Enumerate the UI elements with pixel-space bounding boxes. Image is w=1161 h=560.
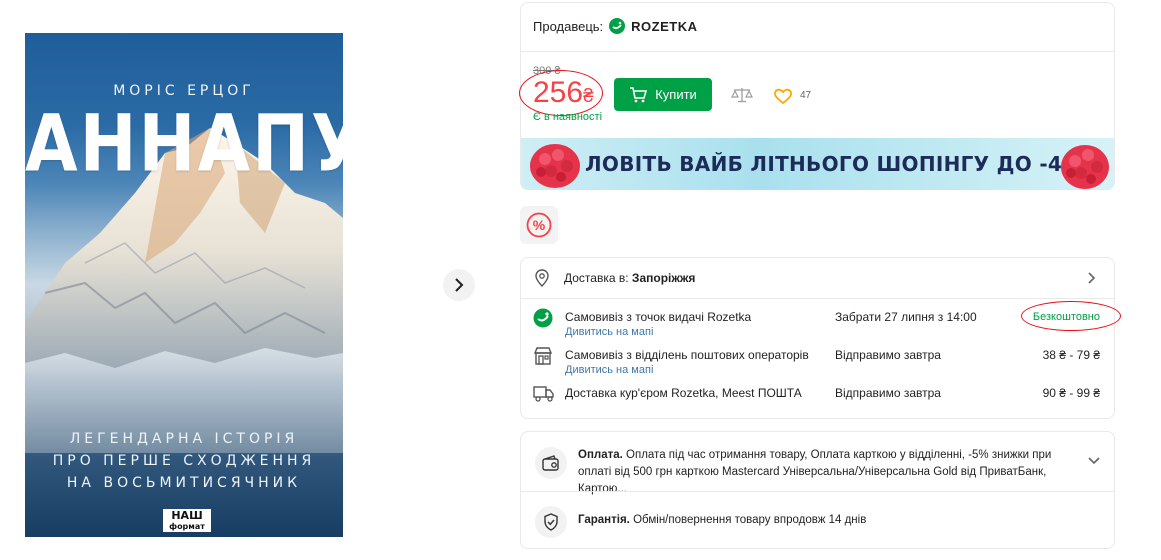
divider	[521, 51, 1114, 52]
delivery-option-time: Відправимо завтра	[835, 348, 941, 362]
truck-icon	[533, 386, 554, 402]
wallet-icon	[542, 455, 559, 471]
promo-discount-button[interactable]: %	[520, 206, 558, 244]
delivery-option-cost: 38 ₴ - 79 ₴	[1042, 348, 1100, 362]
cart-icon	[630, 86, 648, 102]
price-annotation-circle	[519, 70, 603, 116]
guarantee-description: Обмін/повернення товару впродовж 14 днів	[633, 514, 867, 526]
compare-scales-icon[interactable]	[731, 87, 753, 103]
delivery-option-name: Самовивіз з відділень поштових операторі…	[565, 348, 809, 362]
seller-name[interactable]: ROZETKA	[631, 19, 697, 34]
delivery-label: Доставка в:	[564, 271, 629, 285]
chevron-right-icon	[455, 278, 464, 292]
delivery-option-time: Відправимо завтра	[835, 386, 941, 400]
shield-icon-wrap	[535, 506, 567, 538]
rozetka-logo-icon	[609, 18, 626, 34]
seller-panel: Продавець: ROZETKA 300 ₴ 256₴ Є в наявно…	[519, 2, 1115, 190]
product-image[interactable]: МОРІС ЕРЦОГ АННАПУРНА ЛЕГЕНДАРНА ІСТОРІЯ…	[25, 33, 343, 537]
availability-status: Є в наявності	[533, 111, 603, 123]
book-title: АННАПУРНА	[25, 99, 343, 190]
location-pin-icon	[535, 269, 549, 287]
payment-description: Оплата під час отримання товару, Оплата …	[578, 449, 1052, 495]
shield-check-icon	[544, 513, 558, 531]
publisher-logo: НАШ формат	[163, 509, 211, 532]
delivery-panel: Доставка в: Запоріжжя Самовивіз з точок …	[520, 257, 1121, 419]
promo-banner-text: ЛОВІТЬ ВАЙБ ЛІТНЬОГО ШОПІНГУ ДО -45%	[585, 152, 1097, 176]
wishlist-count: 47	[800, 90, 812, 101]
delivery-option-name: Доставка кур'єром Rozetka, Meest ПОШТА	[565, 386, 802, 400]
subtitle-line: ПРО ПЕРШЕ СХОДЖЕННЯ	[52, 453, 316, 469]
book-subtitle: ЛЕГЕНДАРНА ІСТОРІЯ ПРО ПЕРШЕ СХОДЖЕННЯ Н…	[25, 428, 343, 494]
seller-info: Продавець: ROZETKA	[533, 18, 698, 34]
next-image-button[interactable]	[443, 269, 475, 301]
delivery-city-selector[interactable]: Доставка в: Запоріжжя	[521, 258, 1114, 298]
divider	[521, 491, 1114, 492]
heart-icon[interactable]	[773, 87, 793, 105]
raspberry-icon	[1061, 145, 1109, 189]
payment-label: Оплата.	[578, 449, 623, 461]
seller-label: Продавець:	[533, 18, 604, 34]
book-author: МОРІС ЕРЦОГ	[113, 83, 255, 99]
guarantee-label: Гарантія.	[578, 514, 630, 526]
buy-button-label: Купити	[655, 87, 697, 102]
payment-info-row[interactable]: Оплата. Оплата під час отримання товару,…	[521, 432, 1114, 495]
buy-button[interactable]: Купити	[614, 78, 712, 111]
chevron-down-icon	[1088, 457, 1100, 465]
guarantee-text: Гарантія. Обмін/повернення товару впродо…	[578, 514, 866, 526]
free-annotation-circle	[1021, 301, 1121, 331]
promo-banner[interactable]: ЛОВІТЬ ВАЙБ ЛІТНЬОГО ШОПІНГУ ДО -45%	[521, 138, 1114, 190]
chevron-right-icon	[1088, 272, 1096, 284]
subtitle-line: ЛЕГЕНДАРНА ІСТОРІЯ	[69, 431, 299, 447]
percent-badge-icon: %	[526, 212, 552, 238]
rozetka-logo-icon	[533, 308, 553, 328]
divider	[521, 298, 1114, 299]
view-on-map-link[interactable]: Дивитись на мапі	[565, 326, 653, 338]
delivery-option-cost: 90 ₴ - 99 ₴	[1042, 386, 1100, 400]
subtitle-line: НА ВОСЬМИТИСЯЧНИК	[66, 475, 302, 491]
shop-icon	[533, 347, 553, 365]
payment-guarantee-panel: Оплата. Оплата під час отримання товару,…	[520, 431, 1115, 549]
view-on-map-link[interactable]: Дивитись на мапі	[565, 364, 653, 376]
publisher-logo-line: формат	[169, 522, 205, 531]
publisher-logo-line: НАШ	[171, 509, 203, 522]
percent-symbol: %	[533, 217, 546, 233]
delivery-city: Запоріжжя	[631, 271, 696, 285]
wallet-icon-wrap	[535, 447, 567, 479]
delivery-option-time: Забрати 27 липня з 14:00	[835, 310, 977, 324]
delivery-option-name: Самовивіз з точок видачі Rozetka	[565, 310, 752, 324]
delivery-city-text: Доставка в: Запоріжжя	[564, 271, 695, 285]
raspberry-icon	[530, 144, 580, 188]
